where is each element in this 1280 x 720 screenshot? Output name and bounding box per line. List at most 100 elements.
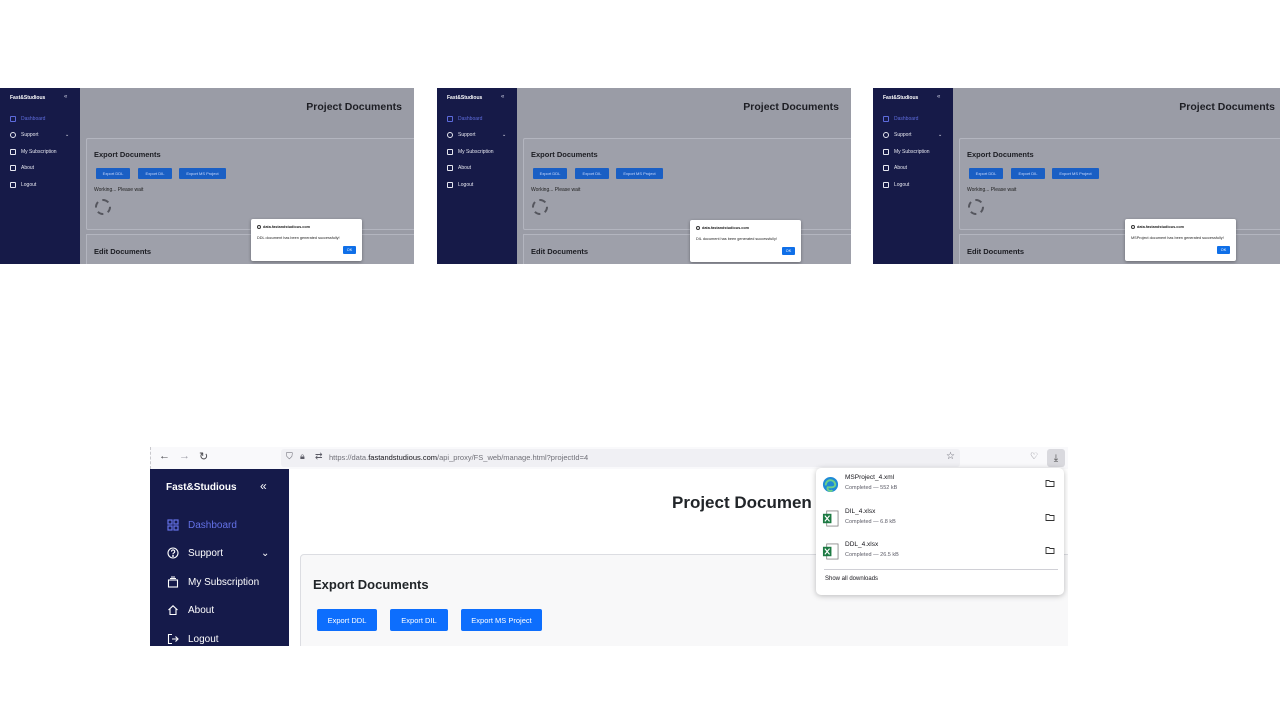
sidebar-item-about[interactable]: About (883, 165, 907, 171)
sidebar-item-dashboard[interactable]: Dashboard (167, 519, 237, 531)
logout-icon (10, 182, 16, 188)
url-text: https://data.fastandstudious.com/api_pro… (329, 453, 589, 462)
shield-icon[interactable]: ⛉ (286, 451, 293, 462)
dashboard-icon (10, 116, 16, 122)
collapse-sidebar-button[interactable]: « (64, 94, 67, 100)
ok-button[interactable]: OK (1217, 246, 1230, 254)
download-status: Completed — 26.5 kB (845, 552, 899, 558)
dashboard-icon (167, 519, 179, 531)
download-item[interactable]: DDL_4.xlsx Completed — 26.5 kB (816, 536, 1064, 568)
question-icon (883, 132, 889, 138)
collapse-sidebar-button[interactable]: « (260, 479, 267, 493)
export-title: Export Documents (313, 577, 429, 592)
sidebar-item-subscription[interactable]: My Subscription (10, 149, 57, 155)
working-status: Working... Please wait (967, 187, 1017, 193)
sidebar-item-subscription[interactable]: My Subscription (883, 149, 930, 155)
export-ms-project-button[interactable]: Export MS Project (616, 168, 663, 179)
back-icon[interactable]: ← (159, 450, 170, 462)
permissions-icon[interactable]: ⇄ (315, 451, 323, 462)
sidebar-item-label: Support (188, 547, 224, 559)
export-ddl-button[interactable]: Export DDL (969, 168, 1003, 179)
sidebar-item-support[interactable]: Support ⌄ (10, 132, 69, 138)
logout-icon (167, 633, 179, 645)
export-dil-button[interactable]: Export DIL (138, 168, 172, 179)
sidebar-item-logout[interactable]: Logout (10, 182, 36, 188)
sidebar: Fast&Studious « Dashboard Support ⌄ My Su… (437, 88, 517, 264)
reload-icon[interactable]: ↻ (199, 450, 208, 463)
dialog-message: DIL document has been generated successf… (696, 237, 777, 241)
collapse-sidebar-button[interactable]: « (501, 94, 504, 100)
folder-icon[interactable] (1045, 545, 1055, 555)
spinner-icon (95, 199, 111, 215)
folder-icon[interactable] (1045, 478, 1055, 488)
home-icon (447, 165, 453, 171)
chevron-down-icon: ⌄ (502, 132, 507, 138)
export-title: Export Documents (967, 150, 1034, 159)
page-title: Project Documents (306, 101, 402, 113)
download-filename: DDL_4.xlsx (845, 541, 879, 548)
sidebar-item-about[interactable]: About (167, 604, 214, 616)
globe-icon (1131, 225, 1135, 229)
export-ms-project-button[interactable]: Export MS Project (461, 609, 542, 631)
sidebar-item-support[interactable]: Support ⌄ (883, 132, 942, 138)
chevron-down-icon: ⌄ (938, 132, 943, 138)
collapse-sidebar-button[interactable]: « (937, 94, 940, 100)
edit-title: Edit Documents (531, 247, 589, 256)
export-ddl-button[interactable]: Export DDL (533, 168, 567, 179)
edit-card: Edit Documents (86, 234, 414, 264)
sidebar-item-about[interactable]: About (10, 165, 34, 171)
sidebar-item-subscription[interactable]: My Subscription (167, 576, 259, 588)
browser-window: ← → ↻ ⛉ 🔒︎ ⇄ https://data.fastandstudiou… (150, 447, 1068, 646)
forward-icon[interactable]: → (179, 450, 190, 462)
export-ddl-button[interactable]: Export DDL (96, 168, 130, 179)
globe-icon (696, 226, 700, 230)
sidebar-item-dashboard[interactable]: Dashboard (10, 116, 45, 122)
chevron-down-icon[interactable]: ⌄ (261, 548, 269, 559)
spinner-icon (968, 199, 984, 215)
downloads-button[interactable]: ⤓ (1047, 449, 1065, 467)
edit-title: Edit Documents (967, 247, 1025, 256)
pocket-icon[interactable]: ♡ (1030, 451, 1038, 462)
sidebar-item-support[interactable]: Support ⌄ (447, 132, 506, 138)
sidebar-item-dashboard[interactable]: Dashboard (883, 116, 918, 122)
export-dil-button[interactable]: Export DIL (575, 168, 609, 179)
folder-icon[interactable] (1045, 512, 1055, 522)
address-bar[interactable]: ⛉ 🔒︎ ⇄ https://data.fastandstudious.com/… (281, 449, 960, 467)
sidebar-item-subscription[interactable]: My Subscription (447, 149, 494, 155)
download-item[interactable]: DIL_4.xlsx Completed — 6.8 kB (816, 503, 1064, 535)
bookmark-star-icon[interactable]: ☆ (946, 451, 955, 462)
lock-icon[interactable]: 🔒︎ (300, 451, 305, 462)
ok-button[interactable]: OK (782, 247, 795, 255)
download-item[interactable]: MSProject_4.xml Completed — 552 kB (816, 469, 1064, 501)
download-status: Completed — 6.8 kB (845, 519, 896, 525)
sidebar-item-logout[interactable]: Logout (447, 182, 473, 188)
export-ddl-button[interactable]: Export DDL (317, 609, 377, 631)
sidebar-item-logout[interactable]: Logout (167, 633, 219, 645)
export-ms-project-button[interactable]: Export MS Project (179, 168, 226, 179)
screenshot-thumbnail: Fast&Studious « Dashboard Support ⌄ My Su… (437, 88, 851, 264)
globe-icon (257, 225, 261, 229)
subscription-icon (447, 149, 453, 155)
alert-dialog: data.fastandstudious.com DIL document ha… (690, 220, 801, 262)
brand-logo: Fast&Studious (166, 482, 237, 493)
ok-button[interactable]: OK (343, 246, 356, 254)
sidebar-item-about[interactable]: About (447, 165, 471, 171)
working-status: Working... Please wait (94, 187, 144, 193)
browser-toolbar: ← → ↻ ⛉ 🔒︎ ⇄ https://data.fastandstudiou… (150, 447, 1068, 469)
main-content: Project Documents Export Documents Expor… (80, 88, 414, 264)
export-title: Export Documents (531, 150, 598, 159)
export-ms-project-button[interactable]: Export MS Project (1052, 168, 1099, 179)
export-dil-button[interactable]: Export DIL (390, 609, 448, 631)
sidebar: Fast&Studious « Dashboard Support ⌄ My Su… (0, 88, 80, 264)
sidebar-item-logout[interactable]: Logout (883, 182, 909, 188)
home-icon (168, 605, 178, 616)
download-filename: MSProject_4.xml (845, 474, 895, 481)
divider (824, 569, 1058, 570)
dialog-message: MSProject document has been generated su… (1131, 236, 1224, 240)
brand-logo: Fast&Studious (10, 95, 46, 101)
export-dil-button[interactable]: Export DIL (1011, 168, 1045, 179)
question-icon (167, 547, 179, 559)
show-all-downloads-link[interactable]: Show all downloads (825, 576, 878, 582)
sidebar-item-support[interactable]: Support ⌄ (167, 547, 269, 559)
sidebar-item-dashboard[interactable]: Dashboard (447, 116, 482, 122)
